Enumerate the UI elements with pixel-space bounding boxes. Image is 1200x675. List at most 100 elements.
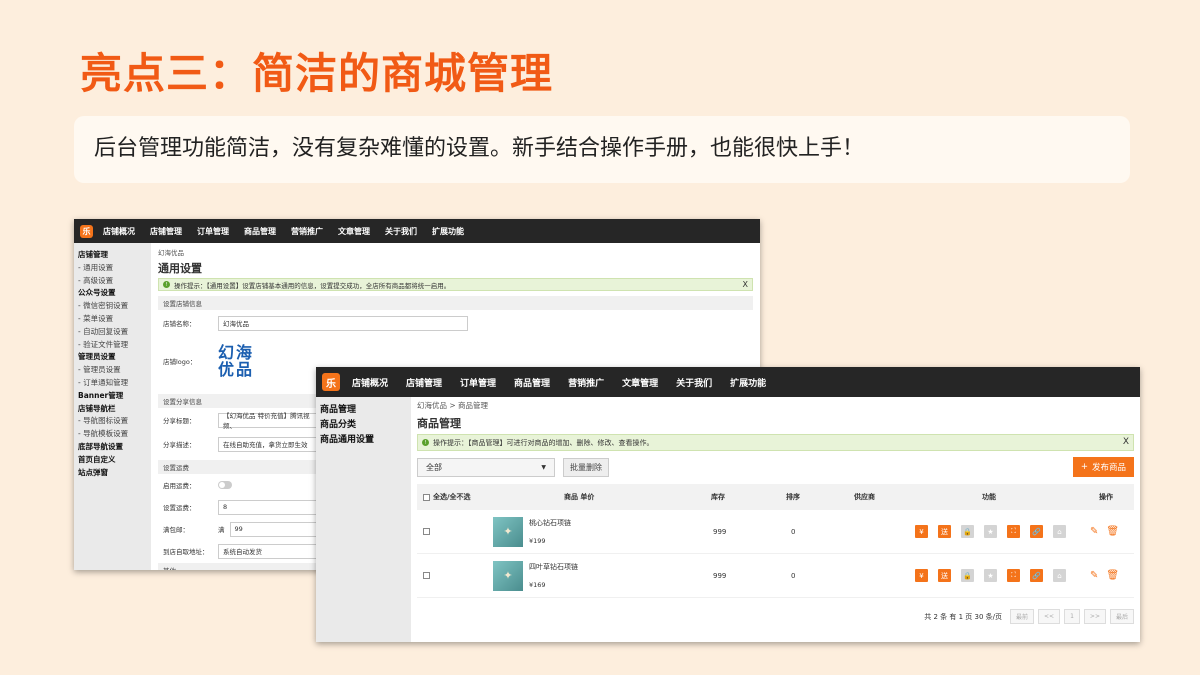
select-all-cell[interactable]: 全选/全不选	[423, 484, 471, 510]
pager-first-button[interactable]: 最前	[1010, 609, 1035, 624]
stock-value: 999	[713, 571, 727, 580]
sidebar-item-general[interactable]: 商品通用设置	[320, 433, 411, 448]
shop-icon[interactable]: ⌂	[1053, 525, 1066, 538]
field-label: 满包邮：	[163, 526, 189, 534]
product-name[interactable]: 四叶草钻石项链	[529, 562, 578, 572]
nav-item[interactable]: 店铺概况	[103, 226, 135, 237]
sidebar-group[interactable]: 店铺管理	[78, 249, 151, 262]
link-icon[interactable]: 🔗	[1030, 569, 1043, 582]
plus-icon: +	[1080, 462, 1088, 472]
nav-item[interactable]: 扩展功能	[730, 376, 766, 389]
tip-text: 操作提示：【通用设置】设置店铺基本通用的信息，设置提交成功，全店所有商品都将统一…	[174, 281, 451, 290]
nav-item[interactable]: 店铺管理	[150, 226, 182, 237]
sidebar-item[interactable]: - 验证文件管理	[78, 339, 151, 352]
trash-icon[interactable]: 🗑	[1106, 526, 1119, 537]
qrcode-icon[interactable]: ⛶	[1007, 569, 1020, 582]
price-icon[interactable]: ¥	[915, 569, 928, 582]
sidebar-item-products[interactable]: 商品管理	[320, 403, 411, 418]
sidebar-group[interactable]: 首页自定义	[78, 454, 151, 467]
pickup-address-input[interactable]: 系统自动发货	[218, 543, 318, 559]
share-desc-input[interactable]: 在线自助充值，拿货立即生效	[218, 436, 318, 452]
top-nav: 乐 店铺概况 店铺管理 订单管理 商品管理 营销推广 文章管理 关于我们 扩展功…	[316, 367, 1140, 397]
sidebar-item[interactable]: - 菜单设置	[78, 313, 151, 326]
header-function: 功能	[982, 493, 996, 501]
star-icon[interactable]: ★	[984, 525, 997, 538]
sidebar-item[interactable]: - 导航模板设置	[78, 428, 151, 441]
nav-item[interactable]: 扩展功能	[432, 226, 464, 237]
nav-item[interactable]: 营销推广	[291, 226, 323, 237]
table-row: ✦ 四叶草钻石项链 ¥169 999 0 ¥ 送 🔒 ★ ⛶ 🔗 ⌂ ✎ 🗑	[417, 554, 1134, 598]
chevron-down-icon: ▼	[541, 463, 546, 471]
nav-item[interactable]: 店铺概况	[352, 376, 388, 389]
table-row: ✦ 桃心钻石项链 ¥199 999 0 ¥ 送 🔒 ★ ⛶ 🔗 ⌂ ✎ 🗑	[417, 510, 1134, 554]
shop-name-input[interactable]: 幻海优品	[218, 315, 468, 331]
nav-item[interactable]: 店铺管理	[406, 376, 442, 389]
sidebar-group[interactable]: 店铺导航栏	[78, 403, 151, 416]
qrcode-icon[interactable]: ⛶	[1007, 525, 1020, 538]
pager-prev-button[interactable]: <<	[1038, 609, 1061, 624]
sidebar-group[interactable]: 公众号设置	[78, 287, 151, 300]
nav-item[interactable]: 文章管理	[622, 376, 658, 389]
shop-logo-image[interactable]: 幻海 优品	[218, 341, 266, 381]
sidebar-item[interactable]: - 通用设置	[78, 262, 151, 275]
shipping-toggle[interactable]	[218, 481, 232, 489]
nav-item[interactable]: 商品管理	[514, 376, 550, 389]
tip-banner: ! 操作提示：【商品管理】可进行对商品的增加、删除、修改、查看操作。 X	[417, 434, 1134, 451]
sidebar-group[interactable]: 底部导航设置	[78, 441, 151, 454]
sidebar-group[interactable]: Banner管理	[78, 390, 151, 403]
category-select[interactable]: 全部 ▼	[417, 457, 555, 477]
sidebar-item[interactable]: - 高级设置	[78, 275, 151, 288]
tip-banner: ! 操作提示：【通用设置】设置店铺基本通用的信息，设置提交成功，全店所有商品都将…	[158, 278, 753, 291]
nav-item[interactable]: 订单管理	[460, 376, 496, 389]
gift-icon[interactable]: 送	[938, 569, 951, 582]
nav-item[interactable]: 关于我们	[385, 226, 417, 237]
nav-item[interactable]: 订单管理	[197, 226, 229, 237]
sidebar-item[interactable]: - 自动回复设置	[78, 326, 151, 339]
sidebar-item[interactable]: - 导航图标设置	[78, 415, 151, 428]
product-name[interactable]: 桃心钻石项链	[529, 518, 571, 528]
nav-item[interactable]: 商品管理	[244, 226, 276, 237]
pager-next-button[interactable]: >>	[1083, 609, 1106, 624]
product-thumbnail[interactable]: ✦	[493, 516, 523, 547]
brand-logo-icon[interactable]: 乐	[80, 224, 93, 238]
row-checkbox[interactable]	[423, 528, 430, 535]
sidebar-item[interactable]: - 订单通知管理	[78, 377, 151, 390]
batch-delete-button[interactable]: 批量删除	[563, 457, 609, 477]
nav-item[interactable]: 文章管理	[338, 226, 370, 237]
product-thumbnail[interactable]: ✦	[493, 560, 523, 591]
nav-item[interactable]: 营销推广	[568, 376, 604, 389]
brand-logo-icon[interactable]: 乐	[322, 373, 340, 391]
pager-last-button[interactable]: 最后	[1109, 609, 1134, 624]
share-title-input[interactable]: 【幻海优品 特价充值】腾讯视频、	[218, 412, 318, 430]
product-content: 幻海优品 > 商品管理 商品管理 ! 操作提示：【商品管理】可进行对商品的增加、…	[411, 397, 1140, 642]
edit-icon[interactable]: ✎	[1090, 570, 1098, 581]
link-icon[interactable]: 🔗	[1030, 525, 1043, 538]
price-icon[interactable]: ¥	[915, 525, 928, 538]
sidebar-item-categories[interactable]: 商品分类	[320, 418, 411, 433]
field-label: 到店自取地址：	[163, 548, 209, 556]
trash-icon[interactable]: 🗑	[1106, 570, 1119, 581]
star-icon[interactable]: ★	[984, 569, 997, 582]
sidebar: 商品管理 商品分类 商品通用设置	[316, 397, 411, 642]
info-icon: !	[422, 439, 429, 446]
gift-icon[interactable]: 送	[938, 525, 951, 538]
lock-icon[interactable]: 🔒	[961, 569, 974, 582]
close-icon[interactable]: X	[1123, 437, 1129, 447]
field-label: 分享标题：	[163, 417, 196, 425]
select-all-checkbox[interactable]	[423, 493, 430, 501]
nav-item[interactable]: 关于我们	[676, 376, 712, 389]
row-checkbox[interactable]	[423, 572, 430, 579]
edit-icon[interactable]: ✎	[1090, 526, 1098, 537]
sidebar-item[interactable]: - 微信密钥设置	[78, 300, 151, 313]
sidebar-group[interactable]: 管理员设置	[78, 351, 151, 364]
publish-product-button[interactable]: + 发布商品	[1072, 457, 1134, 477]
sidebar-group[interactable]: 站点弹窗	[78, 467, 151, 480]
header-action: 操作	[1099, 493, 1113, 501]
close-icon[interactable]: X	[743, 280, 748, 289]
shipping-input[interactable]: 8	[218, 499, 318, 515]
sidebar-item[interactable]: - 管理员设置	[78, 364, 151, 377]
free-shipping-input[interactable]: 99	[229, 521, 320, 537]
lock-icon[interactable]: 🔒	[961, 525, 974, 538]
pager-current[interactable]: 1	[1064, 609, 1080, 624]
shop-icon[interactable]: ⌂	[1053, 569, 1066, 582]
